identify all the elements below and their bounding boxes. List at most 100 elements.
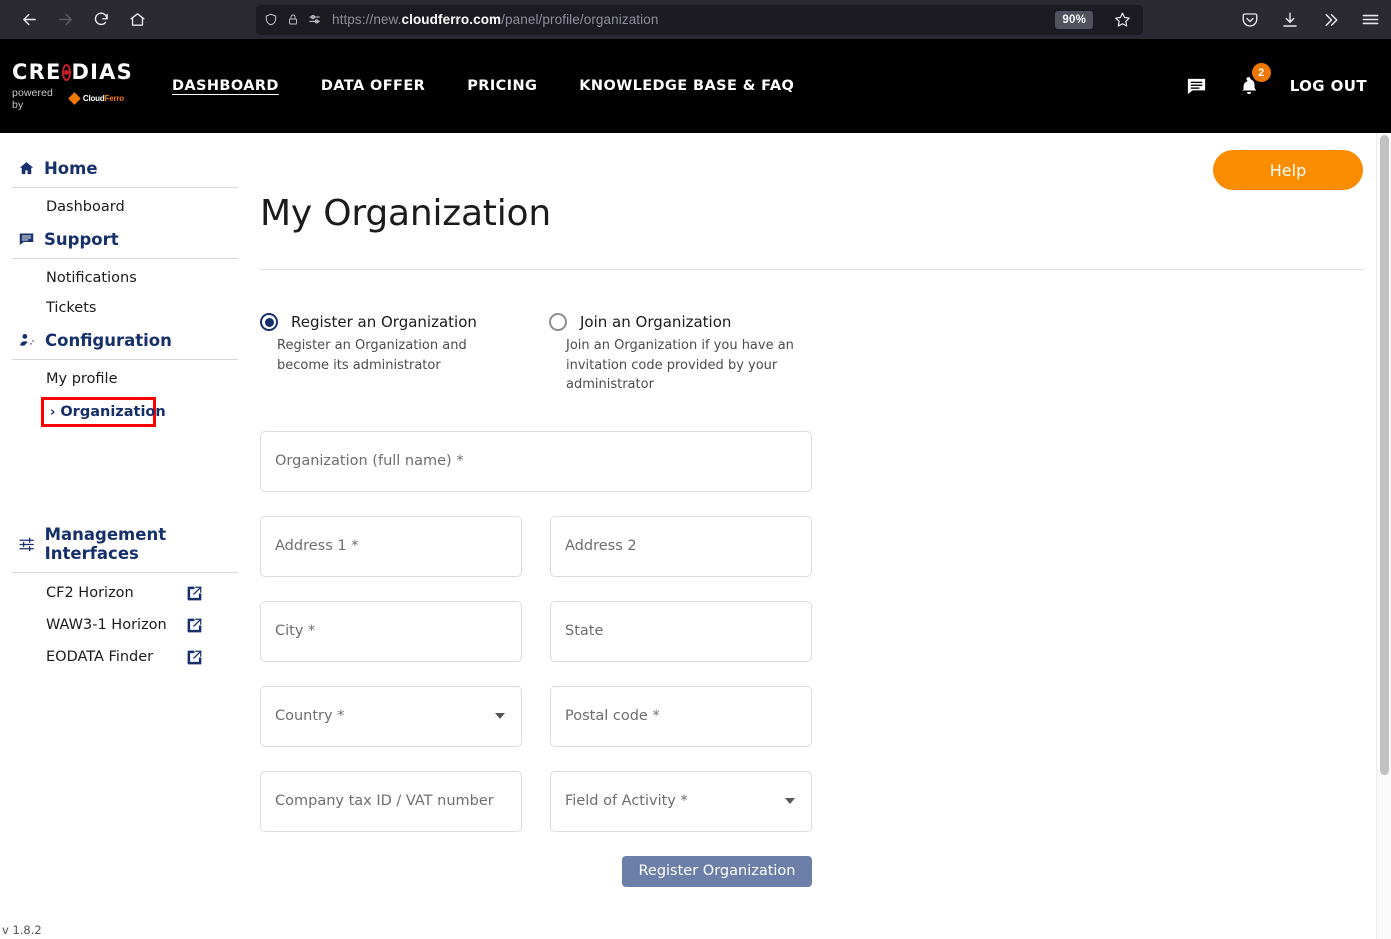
overflow-button[interactable] bbox=[1317, 7, 1343, 33]
back-button[interactable] bbox=[14, 5, 44, 35]
downloads-button[interactable] bbox=[1277, 7, 1303, 33]
organization-registration-form: Organization (full name) * Address 1 * A… bbox=[260, 430, 1363, 887]
state-placeholder: State bbox=[565, 623, 604, 639]
sidebar-item-eodata-finder-label: EODATA Finder bbox=[46, 649, 154, 665]
organization-mode-options: Register an Organization Register an Org… bbox=[260, 313, 1363, 395]
sidebar-item-waw3-1-horizon-label: WAW3-1 Horizon bbox=[46, 617, 167, 633]
logout-link[interactable]: LOG OUT bbox=[1290, 77, 1367, 95]
option-register-description: Register an Organization and become its … bbox=[277, 338, 467, 373]
url-scheme: https://new. bbox=[332, 12, 402, 27]
download-icon bbox=[1283, 12, 1297, 27]
main-navigation: DASHBOARD DATA OFFER PRICING KNOWLEDGE B… bbox=[151, 78, 815, 94]
external-link-icon bbox=[187, 586, 202, 601]
country-select[interactable]: Country * bbox=[260, 685, 522, 747]
page-body: Home Dashboard Support Notifications Tic… bbox=[0, 133, 1391, 939]
bookmark-button[interactable] bbox=[1109, 7, 1135, 33]
chevron-down-icon bbox=[785, 798, 795, 804]
forward-arrow-icon bbox=[58, 13, 72, 26]
page-title: My Organization bbox=[260, 193, 551, 234]
home-icon bbox=[129, 13, 145, 26]
option-register-label: Register an Organization bbox=[291, 313, 477, 331]
notifications-button[interactable]: 2 bbox=[1238, 63, 1271, 98]
option-register-line: Register an Organization bbox=[260, 313, 549, 331]
option-join-line: Join an Organization bbox=[549, 313, 849, 331]
creodias-logo[interactable]: CRE DIAS powered by CloudFerro bbox=[12, 59, 132, 111]
option-register-organization[interactable]: Register an Organization Register an Org… bbox=[260, 313, 549, 395]
form-row-city-state: City * State bbox=[260, 600, 1363, 662]
field-of-activity-select[interactable]: Field of Activity * bbox=[550, 770, 812, 832]
scrollbar-thumb[interactable] bbox=[1380, 135, 1389, 775]
external-link-icon bbox=[187, 618, 202, 633]
sidebar-item-waw3-1-horizon[interactable]: WAW3-1 Horizon bbox=[0, 609, 250, 641]
sidebar-group-configuration: Configuration My profile › Organization bbox=[0, 325, 250, 427]
help-button[interactable]: Help bbox=[1213, 150, 1363, 190]
message-icon bbox=[19, 233, 34, 245]
radio-join-organization[interactable] bbox=[549, 313, 567, 331]
sidebar-item-organization[interactable]: › Organization bbox=[50, 404, 166, 420]
radio-register-organization[interactable] bbox=[260, 313, 278, 331]
site-header: CRE DIAS powered by CloudFerro DASHBOARD … bbox=[0, 39, 1391, 133]
option-join-label: Join an Organization bbox=[580, 313, 732, 331]
sidebar-item-eodata-finder[interactable]: EODATA Finder bbox=[0, 641, 250, 673]
sidebar-item-notifications[interactable]: Notifications bbox=[0, 263, 250, 293]
sidebar-divider bbox=[12, 258, 238, 259]
sidebar-group-management-interfaces: Management Interfaces CF2 Horizon WAW3-1… bbox=[0, 519, 250, 673]
logo-text-left: CRE bbox=[12, 59, 62, 84]
sidebar-heading-support: Support bbox=[0, 224, 250, 255]
cloudferro-wordmark: CloudFerro bbox=[83, 94, 124, 103]
nav-knowledge-base[interactable]: KNOWLEDGE BASE & FAQ bbox=[558, 78, 815, 94]
sidebar-item-my-profile[interactable]: My profile bbox=[0, 364, 250, 394]
zoom-level-badge[interactable]: 90% bbox=[1055, 10, 1093, 29]
address-bar[interactable]: https://new.cloudferro.com/panel/profile… bbox=[256, 4, 1143, 35]
sidebar-item-cf2-horizon[interactable]: CF2 Horizon bbox=[0, 577, 250, 609]
sidebar-heading-management-interfaces-label: Management Interfaces bbox=[44, 525, 167, 563]
city-input[interactable]: City * bbox=[260, 600, 522, 662]
sidebar-heading-configuration: Configuration bbox=[0, 325, 250, 356]
app-menu-button[interactable] bbox=[1357, 7, 1383, 33]
register-organization-button[interactable]: Register Organization bbox=[622, 855, 812, 887]
address1-input[interactable]: Address 1 * bbox=[260, 515, 522, 577]
messages-button[interactable] bbox=[1185, 75, 1208, 98]
sidebar-item-cf2-horizon-label: CF2 Horizon bbox=[46, 585, 134, 601]
user-settings-icon bbox=[20, 333, 35, 346]
address2-input[interactable]: Address 2 bbox=[550, 515, 812, 577]
header-actions: 2 LOG OUT bbox=[1185, 63, 1367, 98]
pocket-button[interactable] bbox=[1237, 7, 1263, 33]
sidebar-divider bbox=[12, 359, 238, 360]
option-join-organization[interactable]: Join an Organization Join an Organizatio… bbox=[549, 313, 849, 395]
state-input[interactable]: State bbox=[550, 600, 812, 662]
radio-selected-dot-icon bbox=[264, 317, 274, 327]
logo-o-icon bbox=[62, 63, 72, 81]
sidebar-item-organization-label: Organization bbox=[60, 404, 166, 420]
logo-wordmark: CRE DIAS bbox=[12, 59, 132, 84]
lock-icon bbox=[289, 14, 297, 25]
vat-input[interactable]: Company tax ID / VAT number bbox=[260, 770, 522, 832]
country-placeholder: Country * bbox=[275, 708, 345, 724]
sidebar-group-support: Support Notifications Tickets bbox=[0, 224, 250, 323]
vat-placeholder: Company tax ID / VAT number bbox=[275, 793, 494, 809]
cloudferro-diamond-icon bbox=[68, 92, 81, 105]
logo-text-right: DIAS bbox=[71, 59, 133, 84]
page-scrollbar[interactable] bbox=[1376, 133, 1391, 939]
sidebar-heading-home-label: Home bbox=[44, 159, 98, 178]
home-icon bbox=[19, 162, 34, 175]
sidebar-divider bbox=[12, 572, 238, 573]
form-row-organization-name: Organization (full name) * bbox=[260, 430, 1363, 492]
shield-icon bbox=[265, 13, 277, 26]
postal-code-input[interactable]: Postal code * bbox=[550, 685, 812, 747]
nav-data-offer[interactable]: DATA OFFER bbox=[300, 78, 446, 94]
reload-button[interactable] bbox=[86, 5, 116, 35]
organization-name-placeholder: Organization (full name) * bbox=[275, 453, 464, 469]
sidebar-heading-home: Home bbox=[0, 153, 250, 184]
sidebar-item-dashboard[interactable]: Dashboard bbox=[0, 192, 250, 222]
chevron-double-right-icon bbox=[1325, 13, 1338, 26]
organization-name-input[interactable]: Organization (full name) * bbox=[260, 430, 812, 492]
nav-dashboard[interactable]: DASHBOARD bbox=[151, 78, 300, 94]
sidebar-item-tickets[interactable]: Tickets bbox=[0, 293, 250, 323]
nav-pricing[interactable]: PRICING bbox=[446, 78, 558, 94]
forward-button[interactable] bbox=[50, 5, 80, 35]
chevron-down-icon bbox=[495, 713, 505, 719]
home-button[interactable] bbox=[122, 5, 152, 35]
sidebar-heading-management-interfaces: Management Interfaces bbox=[0, 519, 250, 569]
